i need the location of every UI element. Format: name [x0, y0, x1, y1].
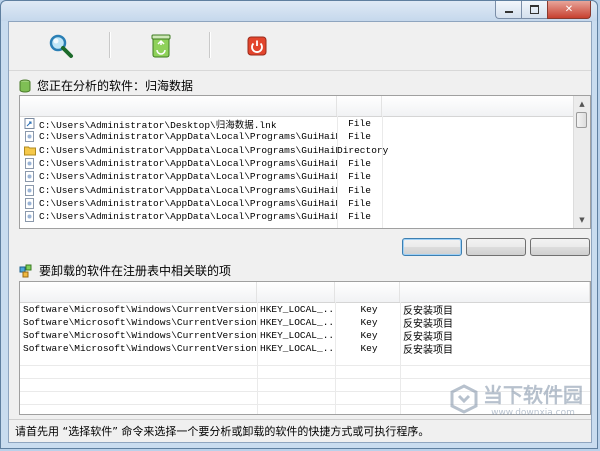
- registry-description: 反安装项目: [403, 345, 453, 356]
- action-button-1[interactable]: [402, 238, 462, 256]
- file-type: File: [348, 131, 371, 143]
- maximize-button[interactable]: [521, 1, 547, 19]
- watermark-name: 当下软件园: [483, 383, 583, 407]
- file-type: File: [348, 184, 371, 196]
- watermark-logo-icon: [450, 383, 478, 414]
- row-divider: [20, 365, 590, 366]
- close-button[interactable]: ✕: [547, 1, 591, 19]
- action-button-3[interactable]: [530, 238, 590, 256]
- registry-hive: HKEY_LOCAL_...: [260, 330, 335, 341]
- file-type: Directory: [337, 144, 389, 156]
- file-type: File: [348, 211, 371, 223]
- file-path: C:\Users\Administrator\Desktop\归海数据.lnk: [39, 119, 277, 131]
- client-area: 您正在分析的软件：归海数据 C:\Users\Administrator\Des…: [8, 21, 592, 443]
- file-row[interactable]: C:\Users\Administrator\AppData\Local\Pro…: [20, 184, 576, 197]
- registry-label: 要卸载的软件在注册表中相关联的项: [39, 264, 232, 278]
- app-window: ✕ 您正在分析的软件：归海数据 C:\Users\Administrator\D…: [0, 0, 598, 449]
- minimize-button[interactable]: [495, 1, 521, 19]
- column-header-type[interactable]: [337, 96, 382, 116]
- file-list[interactable]: C:\Users\Administrator\Desktop\归海数据.lnk F…: [19, 95, 591, 229]
- caption-buttons: ✕: [495, 1, 591, 19]
- toolbar: [9, 22, 591, 71]
- registry-hive: HKEY_LOCAL_...: [260, 317, 335, 328]
- column-header-desc[interactable]: [400, 282, 590, 302]
- registry-key-path: Software\Microsoft\Windows\CurrentVersio…: [23, 304, 257, 315]
- registry-kind: Key: [360, 330, 378, 341]
- registry-key-path: Software\Microsoft\Windows\CurrentVersio…: [23, 330, 257, 341]
- power-icon: [247, 36, 267, 56]
- folder-icon: [24, 145, 36, 156]
- exit-button[interactable]: [241, 32, 273, 60]
- registry-list-header: [20, 282, 590, 303]
- analysis-heading: 您正在分析的软件：归海数据: [19, 77, 193, 94]
- file-icon: [24, 171, 36, 183]
- watermark-url: www.downxia.com: [491, 408, 575, 418]
- file-icon: [24, 131, 36, 143]
- database-icon: [19, 79, 31, 92]
- file-row[interactable]: C:\Users\Administrator\AppData\Local\Pro…: [20, 144, 576, 157]
- scroll-down-arrow[interactable]: ▼: [574, 212, 590, 228]
- column-header-extra[interactable]: [382, 96, 574, 116]
- watermark: 当下软件园 www.downxia.com: [449, 379, 583, 418]
- file-type: File: [348, 118, 371, 129]
- maximize-icon: [530, 5, 539, 14]
- file-type: File: [348, 171, 371, 183]
- file-list-header: [20, 96, 574, 117]
- registry-kind: Key: [360, 304, 378, 315]
- registry-key-path: Software\Microsoft\Windows\CurrentVersio…: [23, 343, 257, 354]
- file-path: C:\Users\Administrator\AppData\Local\Pro…: [39, 157, 337, 169]
- column-header-kind[interactable]: [335, 282, 400, 302]
- registry-kind: Key: [360, 317, 378, 328]
- registry-kind: Key: [360, 343, 378, 354]
- title-bar[interactable]: ✕: [1, 1, 597, 21]
- file-row[interactable]: C:\Users\Administrator\AppData\Local\Pro…: [20, 197, 576, 210]
- toolbar-separator: [209, 32, 211, 58]
- file-icon: [24, 157, 36, 169]
- column-header-key[interactable]: [20, 282, 257, 302]
- file-path: C:\Users\Administrator\AppData\Local\Pro…: [39, 131, 337, 143]
- scroll-up-arrow[interactable]: ▲: [574, 96, 590, 112]
- registry-hive: HKEY_LOCAL_...: [260, 304, 335, 315]
- file-path: C:\Users\Administrator\AppData\Local\Pro…: [39, 144, 337, 156]
- file-icon: [24, 211, 36, 223]
- column-header-path[interactable]: [20, 96, 337, 116]
- analyze-button[interactable]: [45, 32, 77, 60]
- registry-heading: 要卸载的软件在注册表中相关联的项: [19, 262, 231, 279]
- file-type: File: [348, 157, 371, 169]
- file-row[interactable]: C:\Users\Administrator\AppData\Local\Pro…: [20, 210, 576, 223]
- file-row[interactable]: C:\Users\Administrator\AppData\Local\Pro…: [20, 170, 576, 183]
- action-button-2[interactable]: [466, 238, 526, 256]
- file-path: C:\Users\Administrator\AppData\Local\Pro…: [39, 171, 337, 183]
- registry-icon: [19, 264, 32, 277]
- file-row[interactable]: C:\Users\Administrator\Desktop\归海数据.lnk F…: [20, 117, 576, 131]
- registry-row[interactable]: Software\Microsoft\Windows\CurrentVersio…: [20, 342, 590, 356]
- file-path: C:\Users\Administrator\AppData\Local\Pro…: [39, 211, 337, 223]
- scroll-thumb[interactable]: [576, 112, 587, 128]
- uninstall-button[interactable]: [145, 32, 177, 60]
- toolbar-separator: [109, 32, 111, 58]
- magnifier-icon: [49, 34, 73, 58]
- analysis-label: 您正在分析的软件：归海数据: [37, 79, 194, 93]
- file-icon: [24, 197, 36, 209]
- file-path: C:\Users\Administrator\AppData\Local\Pro…: [39, 184, 337, 196]
- file-row[interactable]: C:\Users\Administrator\AppData\Local\Pro…: [20, 157, 576, 170]
- registry-hive: HKEY_LOCAL_...: [260, 343, 335, 354]
- file-path: C:\Users\Administrator\AppData\Local\Pro…: [39, 197, 337, 209]
- shortcut-icon: [24, 118, 36, 129]
- status-text: 请首先用 “选择软件” 命令来选择一个要分析或卸载的软件的快捷方式或可执行程序。: [15, 425, 430, 438]
- file-row[interactable]: C:\Users\Administrator\AppData\Local\Pro…: [20, 130, 576, 143]
- registry-key-path: Software\Microsoft\Windows\CurrentVersio…: [23, 317, 257, 328]
- file-type: File: [348, 197, 371, 209]
- file-list-scrollbar[interactable]: ▲ ▼: [573, 96, 590, 228]
- recycle-bin-icon: [151, 34, 171, 58]
- file-icon: [24, 184, 36, 196]
- column-header-hive[interactable]: [257, 282, 335, 302]
- close-icon: ✕: [564, 4, 574, 15]
- status-bar: 请首先用 “选择软件” 命令来选择一个要分析或卸载的软件的快捷方式或可执行程序。: [9, 419, 591, 442]
- minimize-icon: [504, 11, 513, 13]
